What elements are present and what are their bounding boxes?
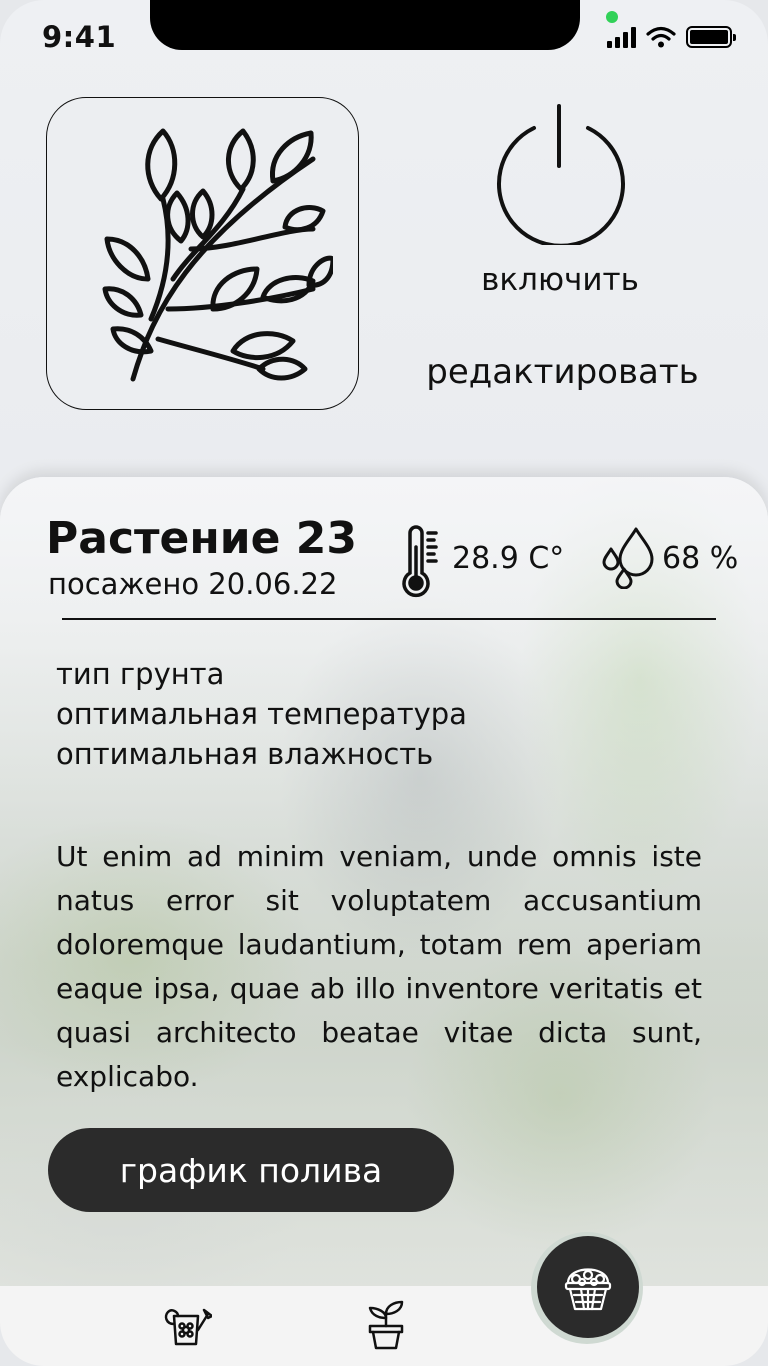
tab-watering[interactable]: [160, 1304, 214, 1350]
wifi-icon: [646, 26, 676, 48]
power-button[interactable]: [492, 100, 626, 248]
thermometer-icon: [402, 525, 438, 598]
attribute-optimal-temperature: оптимальная температура: [56, 697, 467, 731]
plant-title: Растение 23: [46, 513, 357, 564]
leaf-branch-icon: [102, 128, 333, 381]
temperature-value: 28.9 C°: [452, 541, 565, 576]
power-icon: [497, 104, 625, 248]
attribute-optimal-humidity: оптимальная влажность: [56, 737, 434, 771]
tab-collection-button[interactable]: [537, 1236, 639, 1338]
tab-plants[interactable]: [366, 1300, 406, 1354]
edit-button[interactable]: редактировать: [420, 352, 705, 392]
plant-image[interactable]: [46, 97, 359, 410]
notch: [150, 0, 580, 50]
flower-basket-icon: [564, 1268, 612, 1311]
screen: 9:41 включить редактировать Растение 23 …: [0, 0, 768, 1366]
planted-date: посажено 20.06.22: [48, 567, 338, 601]
potted-plant-icon: [368, 1300, 404, 1350]
water-drops-icon: [602, 527, 654, 589]
divider: [62, 618, 716, 620]
power-label: включить: [481, 262, 639, 298]
camera-indicator-dot: [606, 11, 618, 23]
cellular-signal-icon: [607, 26, 636, 48]
plant-description: Ut enim ad minim veniam, unde omnis iste…: [56, 840, 702, 1093]
attribute-soil-type: тип грунта: [56, 657, 225, 691]
watering-can-icon: [164, 1308, 214, 1346]
tab-bar: [0, 1286, 768, 1366]
status-icons: [607, 26, 736, 48]
plant-info-card: Растение 23 посажено 20.06.22 28.9 C° 68…: [0, 477, 768, 1287]
battery-icon: [686, 26, 736, 48]
humidity-value: 68 %: [662, 541, 739, 576]
status-time: 9:41: [42, 20, 117, 54]
watering-schedule-button[interactable]: график полива: [48, 1128, 454, 1212]
